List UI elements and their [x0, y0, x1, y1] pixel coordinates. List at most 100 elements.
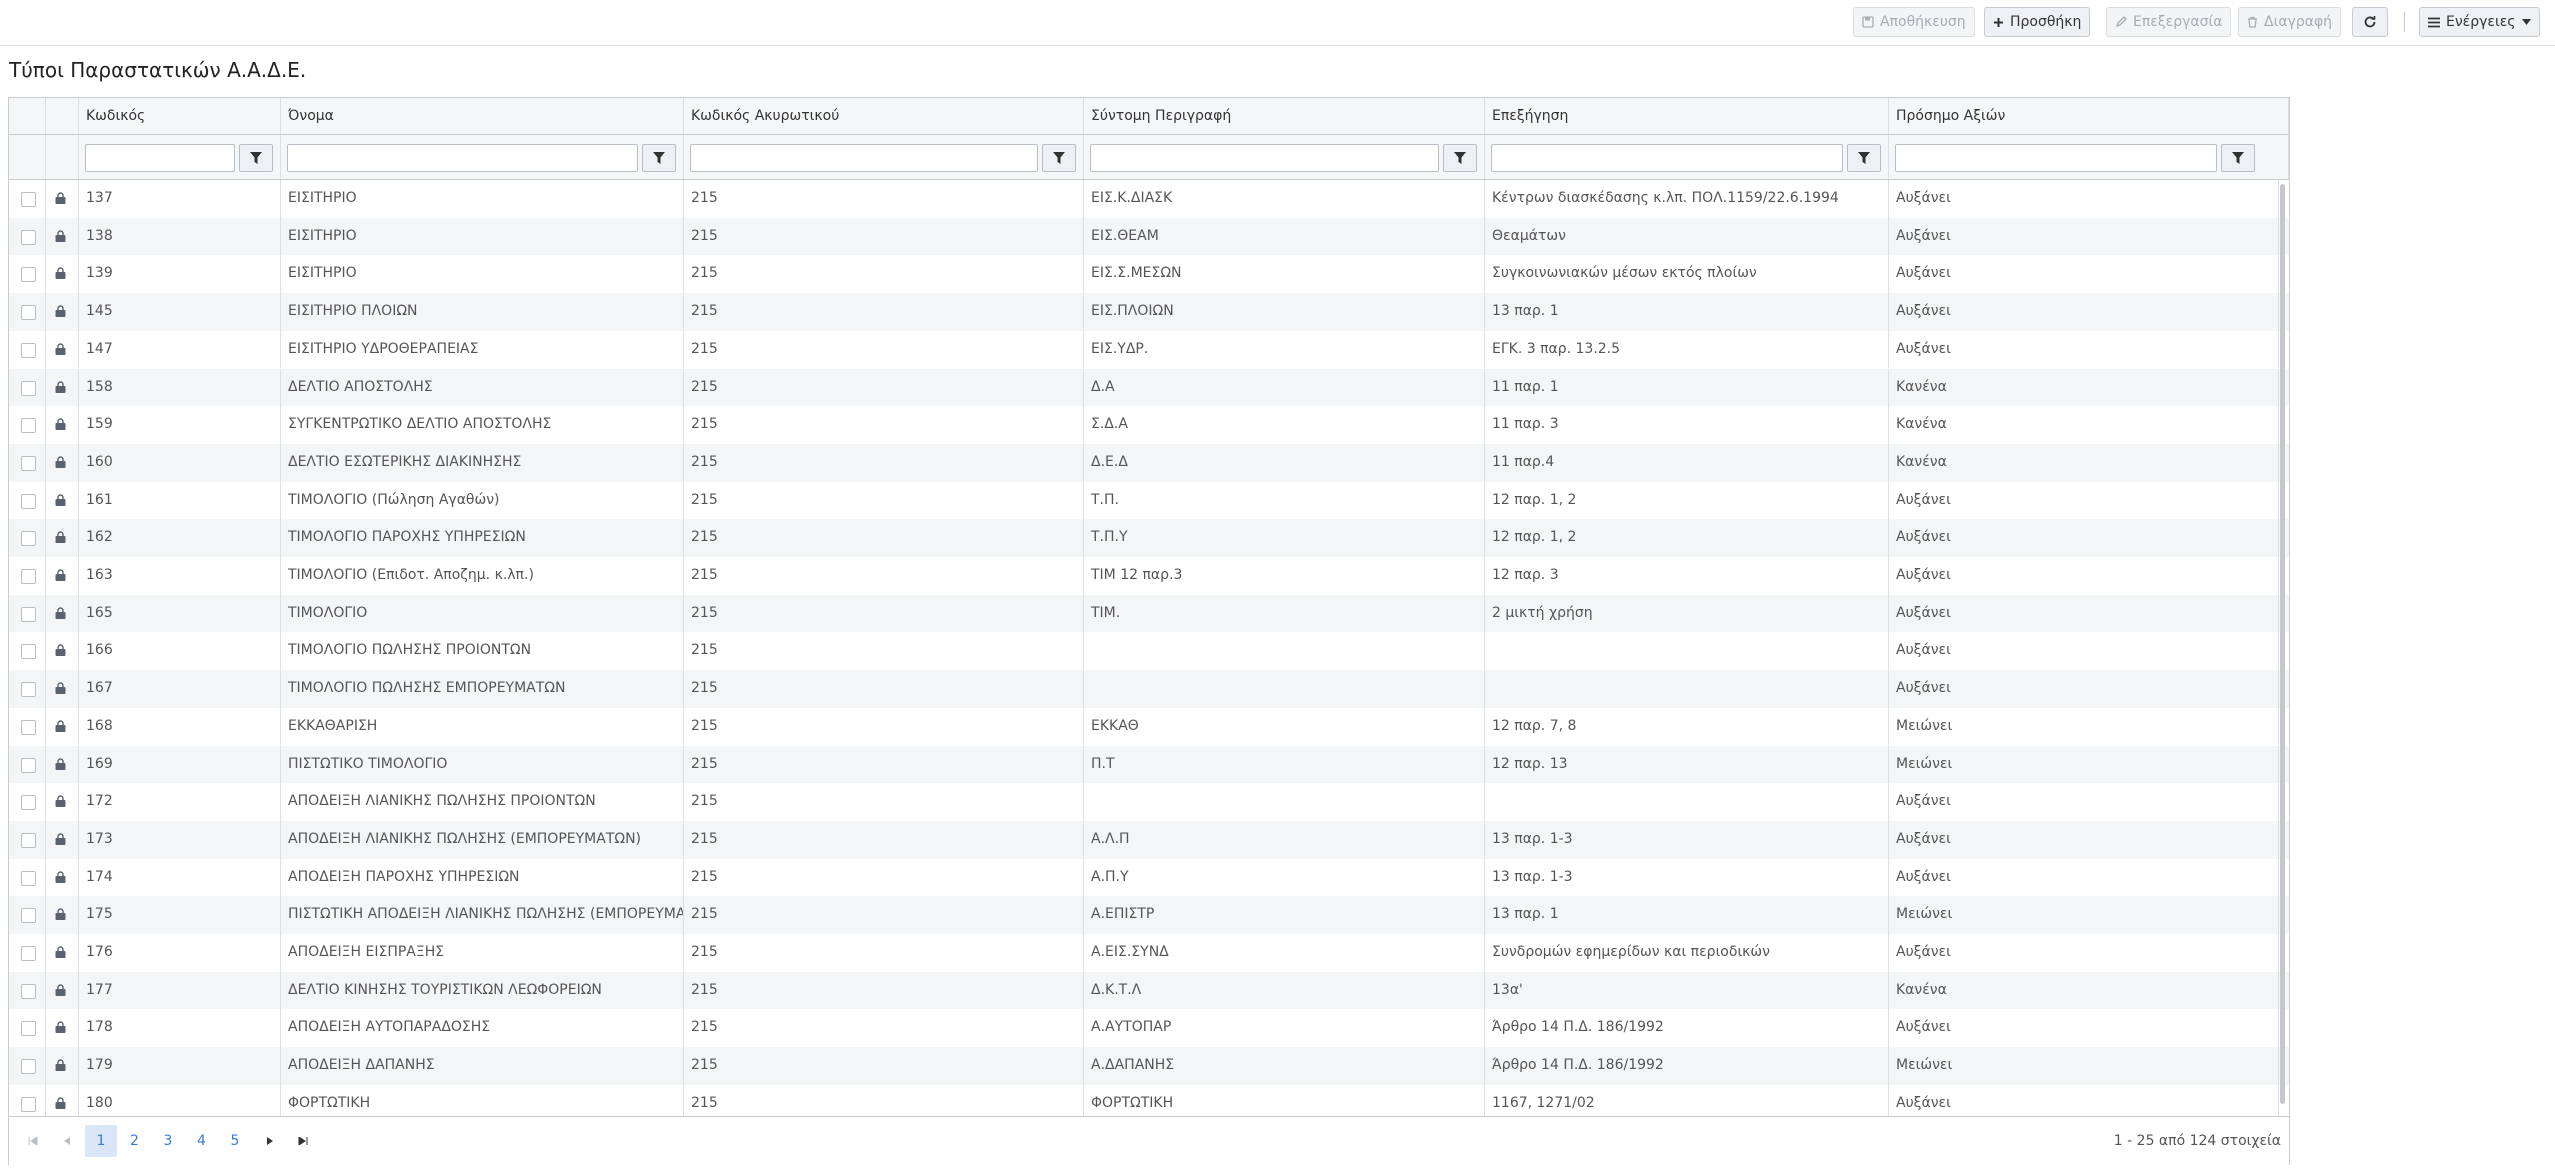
row-checkbox[interactable] — [21, 832, 36, 848]
table-row[interactable]: 176 ΑΠΟΔΕΙΞΗ ΕΙΣΠΡΑΞΗΣ 215 Α.ΕΙΣ.ΣΥΝΔ Συνδρο… — [9, 934, 2289, 972]
page-button-4[interactable]: 4 — [186, 1125, 218, 1157]
page-button-2[interactable]: 2 — [119, 1125, 151, 1157]
table-row[interactable]: 175 ΠΙΣΤΩΤΙΚΗ ΑΠΟΔΕΙΞΗ ΛΙΑΝΙΚΗΣ ΠΩΛΗΣΗΣ (… — [9, 896, 2289, 934]
table-row[interactable]: 165 ΤΙΜΟΛΟΓΙΟ 215 ΤΙΜ. 2 μικτή χρήση Αυξάνει — [9, 594, 2289, 633]
column-header-explanation[interactable]: Επεξήγηση — [1485, 98, 1889, 134]
last-page-button[interactable] — [287, 1125, 319, 1157]
row-checkbox[interactable] — [21, 644, 36, 660]
table-row[interactable]: 174 ΑΠΟΔΕΙΞΗ ΠΑΡΟΧΗΣ ΥΠΗΡΕΣΙΩΝ 215 Α.Π.Υ 13 … — [9, 858, 2289, 897]
cell-cancel-code: 215 — [684, 1047, 1084, 1085]
row-checkbox[interactable] — [21, 1059, 36, 1075]
cell-value-sign: Μειώνει — [1889, 1047, 2279, 1085]
column-header-name[interactable]: Όνομα — [281, 98, 684, 134]
edit-button[interactable]: Επεξεργασία — [2106, 7, 2232, 37]
table-row[interactable]: 147 ΕΙΣΙΤΗΡΙΟ ΥΔΡΟΘΕΡΑΠΕΙΑΣ 215 ΕΙΣ.ΥΔΡ. ΕΓΚ… — [9, 330, 2289, 369]
table-row[interactable]: 168 ΕΚΚΑΘΑΡΙΣΗ 215 ΕΚΚΑΘ 12 παρ. 7, 8 Μειώνει — [9, 707, 2289, 746]
table-row[interactable]: 169 ΠΙΣΤΩΤΙΚΟ ΤΙΜΟΛΟΓΙΟ 215 Π.Τ 12 παρ. 13 Με… — [9, 745, 2289, 784]
row-checkbox[interactable] — [21, 569, 36, 584]
lock-icon — [55, 418, 66, 431]
refresh-button[interactable] — [2352, 7, 2388, 37]
vertical-scrollbar[interactable] — [2279, 180, 2287, 1110]
table-row[interactable]: 172 ΑΠΟΔΕΙΞΗ ΛΙΑΝΙΚΗΣ ΠΩΛΗΣΗΣ ΠΡΟΙΟΝΤΩΝ 21… — [9, 783, 2289, 821]
row-checkbox[interactable] — [21, 795, 36, 811]
filter-button-code[interactable] — [239, 144, 273, 172]
row-checkbox[interactable] — [21, 267, 36, 283]
add-button[interactable]: Προσθήκη — [1984, 7, 2091, 37]
delete-button[interactable]: Διαγραφή — [2238, 7, 2342, 37]
table-row[interactable]: 163 ΤΙΜΟΛΟΓΙΟ (Επιδοτ. Αποζημ. κ.λπ.) 215 Τ… — [9, 557, 2289, 595]
filter-cell-short-description — [1084, 135, 1485, 179]
filter-cell-value-sign — [1889, 135, 2289, 179]
row-checkbox[interactable] — [21, 305, 36, 321]
filter-input-name[interactable] — [287, 144, 638, 172]
filter-button-explanation[interactable] — [1847, 144, 1881, 172]
column-header-value-sign[interactable]: Πρόσημο Αξιών — [1889, 98, 2289, 134]
save-button[interactable]: Αποθήκευση — [1853, 7, 1975, 37]
table-row[interactable]: 160 ΔΕΛΤΙΟ ΕΣΩΤΕΡΙΚΗΣ ΔΙΑΚΙΝΗΣΗΣ 215 Δ.Ε.Δ 1… — [9, 443, 2289, 482]
table-row[interactable]: 167 ΤΙΜΟΛΟΓΙΟ ΠΩΛΗΣΗΣ ΕΜΠΟΡΕΥΜΑΤΩΝ 215 Αυξά… — [9, 670, 2289, 708]
row-checkbox[interactable] — [21, 870, 36, 886]
filter-button-short-description[interactable] — [1443, 144, 1477, 172]
cell-explanation: 11 παρ.4 — [1485, 443, 1889, 482]
table-row[interactable]: 180 ΦΟΡΤΩΤΙΚΗ 215 ΦΟΡΤΩΤΙΚΗ 1167, 1271/02 Αυξ… — [9, 1084, 2289, 1116]
row-checkbox[interactable] — [21, 682, 36, 698]
row-checkbox[interactable] — [21, 229, 36, 245]
select-all-header[interactable] — [9, 98, 46, 134]
table-row[interactable]: 173 ΑΠΟΔΕΙΞΗ ΛΙΑΝΙΚΗΣ ΠΩΛΗΣΗΣ (ΕΜΠΟΡΕΥΜΑΤ… — [9, 820, 2289, 859]
table-row[interactable]: 139 ΕΙΣΙΤΗΡΙΟ 215 ΕΙΣ.Σ.ΜΕΣΩΝ Συγκοινωνιακών… — [9, 255, 2289, 294]
filter-input-short-description[interactable] — [1090, 144, 1439, 172]
page-button-1[interactable]: 1 — [85, 1125, 117, 1157]
table-row[interactable]: 159 ΣΥΓΚΕΝΤΡΩΤΙΚΟ ΔΕΛΤΙΟ ΑΠΟΣΤΟΛΗΣ 215 Σ.Δ.… — [9, 406, 2289, 444]
table-row[interactable]: 179 ΑΠΟΔΕΙΞΗ ΔΑΠΑΝΗΣ 215 Α.ΔΑΠΑΝΗΣ Άρθρο 14 … — [9, 1047, 2289, 1085]
table-row[interactable]: 162 ΤΙΜΟΛΟΓΙΟ ΠΑΡΟΧΗΣ ΥΠΗΡΕΣΙΩΝ 215 Τ.Π.Υ 12… — [9, 519, 2289, 557]
table-row[interactable]: 161 ΤΙΜΟΛΟΓΙΟ (Πώληση Αγαθών) 215 Τ.Π. 12 πα… — [9, 481, 2289, 520]
table-row[interactable]: 166 ΤΙΜΟΛΟΓΙΟ ΠΩΛΗΣΗΣ ΠΡΟΙΟΝΤΩΝ 215 Αυξάνει — [9, 632, 2289, 671]
row-checkbox[interactable] — [21, 1021, 36, 1037]
table-row[interactable]: 145 ΕΙΣΙΤΗΡΙΟ ΠΛΟΙΩΝ 215 ΕΙΣ.ΠΛΟΙΩΝ 13 παρ. … — [9, 293, 2289, 331]
table-row[interactable]: 137 ΕΙΣΙΤΗΡΙΟ 215 ΕΙΣ.Κ.ΔΙΑΣΚ Κέντρων διασκέ… — [9, 180, 2289, 218]
filter-input-value-sign[interactable] — [1895, 144, 2217, 172]
row-checkbox[interactable] — [21, 455, 36, 471]
row-checkbox[interactable] — [21, 380, 36, 396]
trash-icon — [2248, 16, 2257, 28]
row-checkbox[interactable] — [21, 531, 36, 547]
next-page-button[interactable] — [254, 1125, 286, 1157]
filter-button-value-sign[interactable] — [2221, 144, 2255, 172]
row-checkbox[interactable] — [21, 606, 36, 622]
column-header-cancel-code[interactable]: Κωδικός Ακυρωτικού — [684, 98, 1084, 134]
cell-name: ΑΠΟΔΕΙΞΗ ΠΑΡΟΧΗΣ ΥΠΗΡΕΣΙΩΝ — [281, 858, 684, 897]
menu-icon — [2428, 17, 2440, 27]
row-checkbox[interactable] — [21, 1096, 36, 1112]
table-row[interactable]: 178 ΑΠΟΔΕΙΞΗ ΑΥΤΟΠΑΡΑΔΟΣΗΣ 215 Α.ΑΥΤΟΠΑΡ Άρθ… — [9, 1009, 2289, 1048]
row-checkbox[interactable] — [21, 719, 36, 735]
cell-value-sign: Μειώνει — [1889, 707, 2279, 746]
row-checkbox[interactable] — [21, 983, 36, 999]
filter-input-code[interactable] — [85, 144, 235, 172]
scrollbar-thumb[interactable] — [2280, 184, 2285, 1104]
filter-input-cancel-code[interactable] — [690, 144, 1038, 172]
page-button-3[interactable]: 3 — [152, 1125, 184, 1157]
filter-input-explanation[interactable] — [1491, 144, 1843, 172]
column-header-short-description[interactable]: Σύντομη Περιγραφή — [1084, 98, 1485, 134]
column-header-code[interactable]: Κωδικός — [79, 98, 281, 134]
row-checkbox[interactable] — [21, 493, 36, 509]
row-checkbox[interactable] — [21, 342, 36, 358]
table-row[interactable]: 158 ΔΕΛΤΙΟ ΑΠΟΣΤΟΛΗΣ 215 Δ.Α 11 παρ. 1 Κανένα — [9, 368, 2289, 407]
table-row[interactable]: 177 ΔΕΛΤΙΟ ΚΙΝΗΣΗΣ ΤΟΥΡΙΣΤΙΚΩΝ ΛΕΩΦΟΡΕΙΩΝ… — [9, 971, 2289, 1010]
filter-icon — [1858, 152, 1870, 164]
actions-menu-button[interactable]: Ενέργειες — [2419, 7, 2540, 37]
row-checkbox[interactable] — [21, 192, 36, 207]
cell-code: 137 — [79, 180, 281, 218]
row-checkbox[interactable] — [21, 757, 36, 773]
filter-button-name[interactable] — [642, 144, 676, 172]
table-row[interactable]: 138 ΕΙΣΙΤΗΡΙΟ 215 ΕΙΣ.ΘΕΑΜ Θεαμάτων Αυξάνει — [9, 217, 2289, 256]
row-select-cell — [9, 293, 46, 331]
prev-page-button[interactable] — [51, 1125, 83, 1157]
filter-button-cancel-code[interactable] — [1042, 144, 1076, 172]
row-checkbox[interactable] — [21, 946, 36, 961]
row-checkbox[interactable] — [21, 418, 36, 434]
page-button-5[interactable]: 5 — [219, 1125, 251, 1157]
row-checkbox[interactable] — [21, 908, 36, 924]
cell-name: ΤΙΜΟΛΟΓΙΟ ΠΩΛΗΣΗΣ ΠΡΟΙΟΝΤΩΝ — [281, 632, 684, 671]
first-page-button[interactable] — [17, 1125, 49, 1157]
